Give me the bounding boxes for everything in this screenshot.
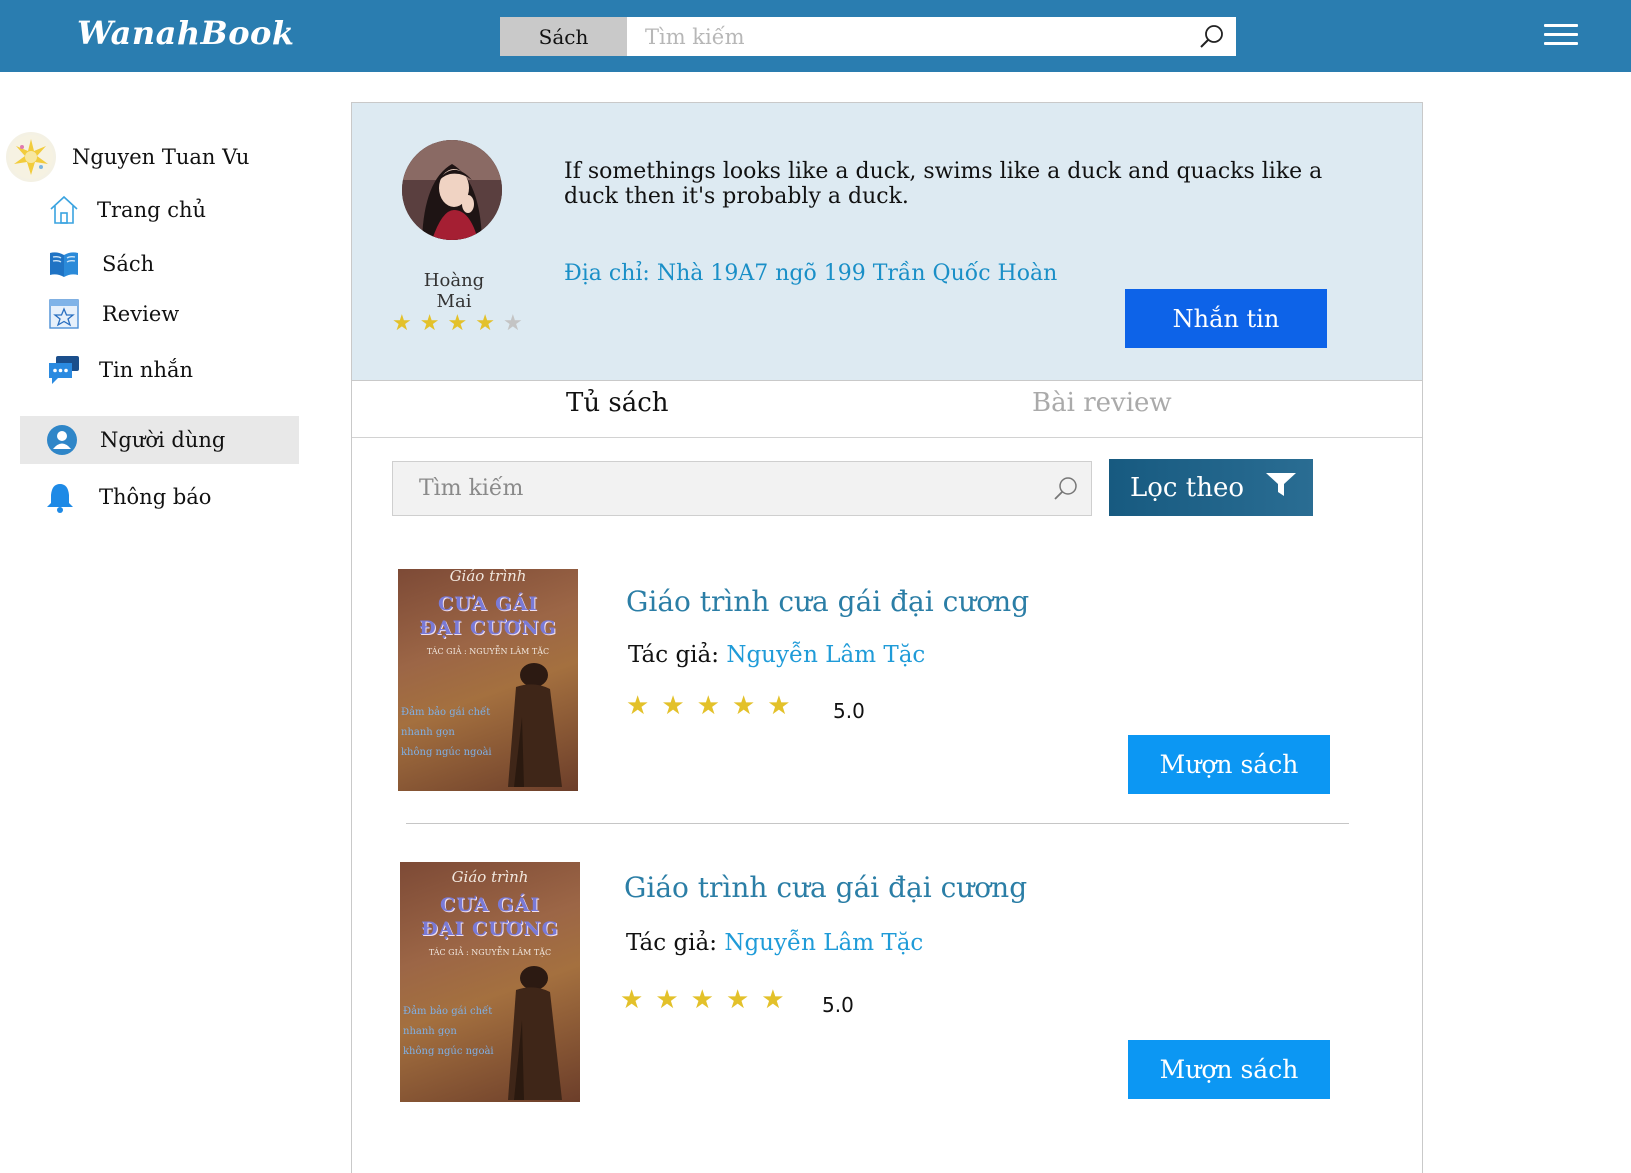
cover-text: Giáo trình	[451, 868, 529, 886]
profile-avatar	[402, 140, 502, 240]
star-icon: ★	[475, 311, 503, 336]
main-panel: Hoàng Mai ★★★★★ If somethings looks like…	[351, 102, 1423, 1173]
search-icon[interactable]	[1188, 17, 1236, 56]
cover-text: ĐẠI CƯƠNG	[419, 617, 557, 639]
logo[interactable]: WanahBook	[77, 14, 295, 52]
search-icon[interactable]	[1041, 462, 1091, 515]
star-icon: ★	[392, 311, 420, 336]
sidebar-item-users[interactable]: Người dùng	[20, 416, 299, 464]
book-cover[interactable]: Giáo trình CƯA GÁI ĐẠI CƯƠNG TÁC GIẢ : N…	[398, 569, 578, 791]
star-icon: ★	[620, 985, 656, 1015]
cover-text: Đảm bảo gái chết nhanh gọn không ngúc ngoà…	[401, 707, 492, 758]
star-icon: ★	[661, 691, 697, 721]
cover-text: TÁC GIẢ : NGUYỄN LÂM TẶC	[428, 948, 552, 957]
sidebar-item-books[interactable]: Sách	[20, 240, 299, 288]
hamburger-menu-icon[interactable]	[1544, 24, 1578, 50]
star-icon: ★	[731, 691, 768, 721]
top-bar: WanahBook Sách	[0, 0, 1631, 72]
sidebar-item-home[interactable]: Trang chủ	[20, 186, 299, 234]
filter-button[interactable]: Lọc theo	[1109, 459, 1313, 516]
funnel-icon	[1265, 472, 1296, 503]
profile-quote: If somethings looks like a duck, swims l…	[564, 159, 1323, 209]
sidebar-item-label: Thông báo	[99, 485, 212, 509]
current-user-name: Nguyen Tuan Vu	[72, 145, 250, 169]
author-label: Tác giả:	[626, 930, 718, 956]
author-link[interactable]: Nguyễn Lâm Tặc	[724, 930, 923, 956]
bookshelf-search	[392, 461, 1092, 516]
global-search-input[interactable]	[627, 17, 1188, 56]
global-search: Sách	[500, 17, 1236, 56]
star-icon: ★	[655, 985, 691, 1015]
star-icon: ★	[696, 691, 732, 721]
star-icon: ★	[447, 311, 476, 336]
profile-address: Địa chỉ: Nhà 19A7 ngõ 199 Trần Quốc Hoàn	[564, 261, 1058, 286]
sidebar-item-label: Trang chủ	[97, 198, 207, 222]
cover-text: ĐẠI CƯƠNG	[421, 918, 559, 940]
user-profile-card: Hoàng Mai ★★★★★ If somethings looks like…	[352, 103, 1422, 381]
star-icon: ★	[761, 985, 797, 1015]
home-icon	[48, 194, 80, 226]
star-icon: ★	[626, 691, 662, 721]
book-rating-value: 5.0	[833, 699, 865, 723]
cover-text: Giáo trình	[449, 569, 527, 585]
avatar	[6, 132, 56, 182]
star-icon: ★	[419, 311, 448, 336]
bookshelf-search-input[interactable]	[393, 475, 1041, 502]
book-icon	[48, 248, 80, 280]
author-link[interactable]: Nguyễn Lâm Tặc	[726, 642, 925, 668]
review-icon	[48, 298, 80, 330]
bell-icon	[44, 481, 76, 513]
profile-tabs: Tủ sách Bài review	[352, 380, 1422, 438]
star-icon: ★	[725, 985, 762, 1015]
sidebar-item-label: Tin nhắn	[99, 358, 194, 382]
chat-icon	[48, 354, 80, 386]
book-rating-stars: ★★★★★	[620, 985, 797, 1015]
star-icon: ★	[502, 311, 531, 336]
current-user[interactable]: Nguyen Tuan Vu	[6, 132, 249, 182]
book-author: Tác giả: Nguyễn Lâm Tặc	[628, 642, 925, 668]
filter-button-label: Lọc theo	[1130, 472, 1244, 503]
star-icon: ★	[690, 985, 726, 1015]
sidebar-item-messages[interactable]: Tin nhắn	[20, 346, 299, 394]
borrow-book-button[interactable]: Mượn sách	[1128, 1040, 1330, 1099]
borrow-book-button[interactable]: Mượn sách	[1128, 735, 1330, 794]
cover-text: TÁC GIẢ : NGUYỄN LÂM TẶC	[426, 647, 550, 656]
cover-text: CƯA GÁI	[438, 593, 538, 615]
sidebar-item-label: Review	[102, 302, 180, 326]
search-category-select[interactable]: Sách	[500, 17, 627, 56]
book-title[interactable]: Giáo trình cưa gái đại cương	[624, 871, 1027, 904]
sidebar-item-review[interactable]: Review	[20, 290, 299, 338]
book-author: Tác giả: Nguyễn Lâm Tặc	[626, 930, 923, 956]
sidebar-item-notifications[interactable]: Thông báo	[20, 473, 299, 521]
send-message-button[interactable]: Nhắn tin	[1125, 289, 1327, 348]
user-icon	[46, 424, 78, 456]
tab-reviews[interactable]: Bài review	[1032, 388, 1172, 418]
book-title[interactable]: Giáo trình cưa gái đại cương	[626, 585, 1029, 618]
cover-text: CƯA GÁI	[440, 894, 540, 916]
sidebar-item-label: Người dùng	[100, 428, 226, 452]
book-rating-value: 5.0	[822, 993, 854, 1017]
profile-rating: ★★★★★	[392, 311, 531, 336]
star-icon: ★	[767, 691, 803, 721]
profile-name: Hoàng Mai	[423, 270, 485, 312]
book-rating-stars: ★★★★★	[626, 691, 803, 721]
author-label: Tác giả:	[628, 642, 720, 668]
divider	[406, 823, 1349, 824]
sidebar-item-label: Sách	[102, 252, 155, 276]
cover-text: Đảm bảo gái chết nhanh gọn không ngúc ngoà…	[403, 1006, 494, 1057]
tab-bookshelf[interactable]: Tủ sách	[566, 388, 669, 418]
book-cover[interactable]: Giáo trình CƯA GÁI ĐẠI CƯƠNG TÁC GIẢ : N…	[400, 862, 580, 1102]
